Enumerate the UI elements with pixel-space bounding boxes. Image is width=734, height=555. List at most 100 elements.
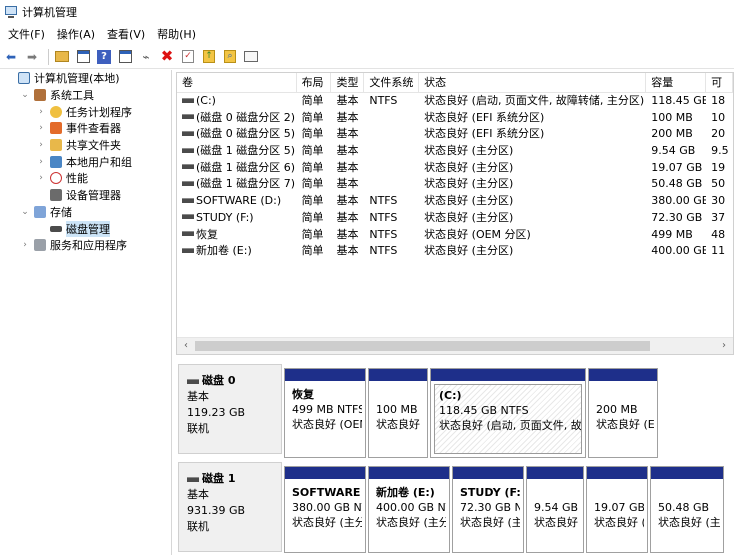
column-header-status[interactable]: 状态	[419, 73, 647, 92]
forward-icon[interactable]: ➡	[23, 48, 41, 66]
table-row[interactable]: (磁盘 0 磁盘分区 2) 简单 基本 状态良好 (EFI 系统分区) 100 MB 10	[177, 110, 733, 127]
expand-icon[interactable]: ›	[36, 123, 46, 133]
cell-text: 简单	[301, 177, 324, 191]
partition-block[interactable]: 200 MB 状态良好 (E	[588, 368, 658, 458]
partition-block[interactable]: 50.48 GB 状态良好 (主	[650, 466, 724, 553]
partition-body: 9.54 GB 状态良好	[530, 482, 580, 549]
table-row[interactable]: (磁盘 1 磁盘分区 5) 简单 基本 状态良好 (主分区) 9.54 GB 9.5	[177, 143, 733, 160]
cell-status: 状态良好 (OEM 分区)	[419, 227, 646, 244]
cell-text: 基本	[336, 227, 359, 241]
folder-up-icon[interactable]: ↑	[200, 48, 218, 66]
column-header-filesystem[interactable]: 文件系统	[364, 73, 420, 92]
menu-file[interactable]: 文件(F)	[2, 26, 51, 42]
partition-size: 380.00 GB NT	[292, 501, 362, 514]
tree-item-7[interactable]: 设备管理器	[0, 187, 171, 204]
tree-item-label: 系统工具	[50, 89, 94, 103]
show-hide-tree-icon[interactable]	[74, 48, 92, 66]
collapse-icon[interactable]: ⌄	[20, 90, 30, 100]
tree-item-label: 设备管理器	[66, 189, 121, 203]
partition-header-bar	[527, 467, 583, 479]
menu-view[interactable]: 查看(V)	[101, 26, 151, 42]
collapse-icon[interactable]: ⌄	[20, 207, 30, 217]
expand-icon[interactable]: ›	[36, 173, 46, 183]
table-row[interactable]: SOFTWARE (D:) 简单 基本 NTFS 状态良好 (主分区) 380.00 GB…	[177, 193, 733, 210]
expand-icon[interactable]: ›	[36, 107, 46, 117]
partition-block[interactable]: (C:) 118.45 GB NTFS 状态良好 (启动, 页面文件, 故障	[430, 368, 586, 458]
disk-graphical-view: 磁盘 0 基本 119.23 GB 联机 恢复 499 MB NTFS 状态良好 (OEM …	[176, 358, 734, 555]
table-row[interactable]: 新加卷 (E:) 简单 基本 NTFS 状态良好 (主分区) 400.00 GB 11	[177, 243, 733, 260]
check-icon[interactable]: ✓	[179, 48, 197, 66]
cell-capacity: 380.00 GB	[646, 193, 706, 210]
scroll-left-icon[interactable]: ‹	[179, 338, 193, 354]
tree-item-9[interactable]: 磁盘管理	[0, 220, 171, 237]
help-icon[interactable]: ?	[95, 48, 113, 66]
cell-text: 380.00 GB	[651, 194, 707, 208]
partition-header-bar	[285, 369, 365, 381]
table-row[interactable]: STUDY (F:) 简单 基本 NTFS 状态良好 (主分区) 72.30 GB 37	[177, 210, 733, 227]
table-row[interactable]: 恢复 简单 基本 NTFS 状态良好 (OEM 分区) 499 MB 48	[177, 227, 733, 244]
column-header-capacity[interactable]: 容量	[646, 73, 707, 92]
column-header-type[interactable]: 类型	[331, 73, 365, 92]
partition-block[interactable]: 100 MB 状态良好	[368, 368, 428, 458]
search-icon[interactable]: ⌕	[221, 48, 239, 66]
back-icon[interactable]: ⬅	[2, 48, 20, 66]
disk-info-panel[interactable]: 磁盘 1 基本 931.39 GB 联机	[178, 462, 282, 552]
partition-name	[594, 485, 640, 500]
table-row[interactable]: (磁盘 1 磁盘分区 7) 简单 基本 状态良好 (主分区) 50.48 GB 50	[177, 176, 733, 193]
disk-name: 磁盘 1	[187, 471, 281, 487]
expand-icon[interactable]: ›	[36, 157, 46, 167]
tree-item-1[interactable]: ⌄ 系统工具	[0, 87, 171, 104]
delete-icon[interactable]: ✖	[158, 48, 176, 66]
disk-info-panel[interactable]: 磁盘 0 基本 119.23 GB 联机	[178, 364, 282, 454]
partition-block[interactable]: 恢复 499 MB NTFS 状态良好 (OEM	[284, 368, 366, 458]
partition-block[interactable]: 19.07 GB 状态良好 (	[586, 466, 648, 553]
cell-text: 50.48 GB	[651, 177, 703, 191]
cell-text: 100 MB	[651, 110, 693, 124]
up-folder-icon[interactable]	[53, 48, 71, 66]
cell-volume: 恢复	[177, 227, 297, 244]
partition-block[interactable]: SOFTWARE 380.00 GB NT 状态良好 (主分	[284, 466, 366, 553]
menu-action[interactable]: 操作(A)	[51, 26, 101, 42]
connect-icon[interactable]: ⌁	[137, 48, 155, 66]
tree-item-6[interactable]: › 性能	[0, 170, 171, 187]
partition-status: 状态良好 (	[594, 516, 644, 529]
tree-item-5[interactable]: › 本地用户和组	[0, 153, 171, 170]
expand-icon[interactable]: ›	[20, 240, 30, 250]
partition-body: (C:) 118.45 GB NTFS 状态良好 (启动, 页面文件, 故障	[434, 384, 582, 454]
menu-help[interactable]: 帮助(H)	[151, 26, 202, 42]
partition-block[interactable]: 新加卷 (E:) 400.00 GB NT 状态良好 (主分	[368, 466, 450, 553]
horizontal-scrollbar[interactable]: ‹ ›	[177, 337, 733, 354]
cell-filesystem: NTFS	[364, 227, 419, 244]
table-row[interactable]: (C:) 简单 基本 NTFS 状态良好 (启动, 页面文件, 故障转储, 主分区) 11…	[177, 93, 733, 110]
column-header-free[interactable]: 可	[706, 73, 733, 92]
scrollbar-thumb[interactable]	[195, 341, 650, 351]
cell-text: 状态良好 (主分区)	[424, 177, 514, 191]
partition-block[interactable]: 9.54 GB 状态良好	[526, 466, 584, 553]
partition-block[interactable]: STUDY (F: 72.30 GB N 状态良好 (主	[452, 466, 524, 553]
column-header-volume[interactable]: 卷	[177, 73, 297, 92]
disk-size: 119.23 GB	[187, 406, 246, 419]
column-header-layout[interactable]: 布局	[297, 73, 332, 92]
tree-item-0[interactable]: 计算机管理(本地)	[0, 70, 171, 87]
cell-layout: 简单	[297, 176, 332, 193]
scroll-right-icon[interactable]: ›	[717, 338, 731, 354]
tree-item-10[interactable]: › 服务和应用程序	[0, 237, 171, 254]
partition-status: 状态良好 (OEM	[292, 418, 362, 431]
cell-text: NTFS	[369, 227, 398, 241]
tree-item-8[interactable]: ⌄ 存储	[0, 204, 171, 221]
cell-layout: 简单	[297, 193, 332, 210]
cell-text: (磁盘 0 磁盘分区 5)	[196, 127, 296, 141]
table-row[interactable]: (磁盘 0 磁盘分区 5) 简单 基本 状态良好 (EFI 系统分区) 200 MB 20	[177, 126, 733, 143]
console-icon[interactable]	[242, 48, 260, 66]
tree-item-2[interactable]: › 任务计划程序	[0, 103, 171, 120]
cell-layout: 简单	[297, 210, 332, 227]
cell-text: 499 MB	[651, 227, 693, 241]
tree-item-3[interactable]: › 事件查看器	[0, 120, 171, 137]
properties-view-icon[interactable]	[116, 48, 134, 66]
table-row[interactable]: (磁盘 1 磁盘分区 6) 简单 基本 状态良好 (主分区) 19.07 GB 19	[177, 160, 733, 177]
partition-size: 118.45 GB NTFS	[439, 404, 529, 417]
expand-icon[interactable]: ›	[36, 140, 46, 150]
cell-text: NTFS	[369, 194, 398, 208]
tree-item-4[interactable]: › 共享文件夹	[0, 137, 171, 154]
partition-header-bar	[369, 467, 449, 479]
